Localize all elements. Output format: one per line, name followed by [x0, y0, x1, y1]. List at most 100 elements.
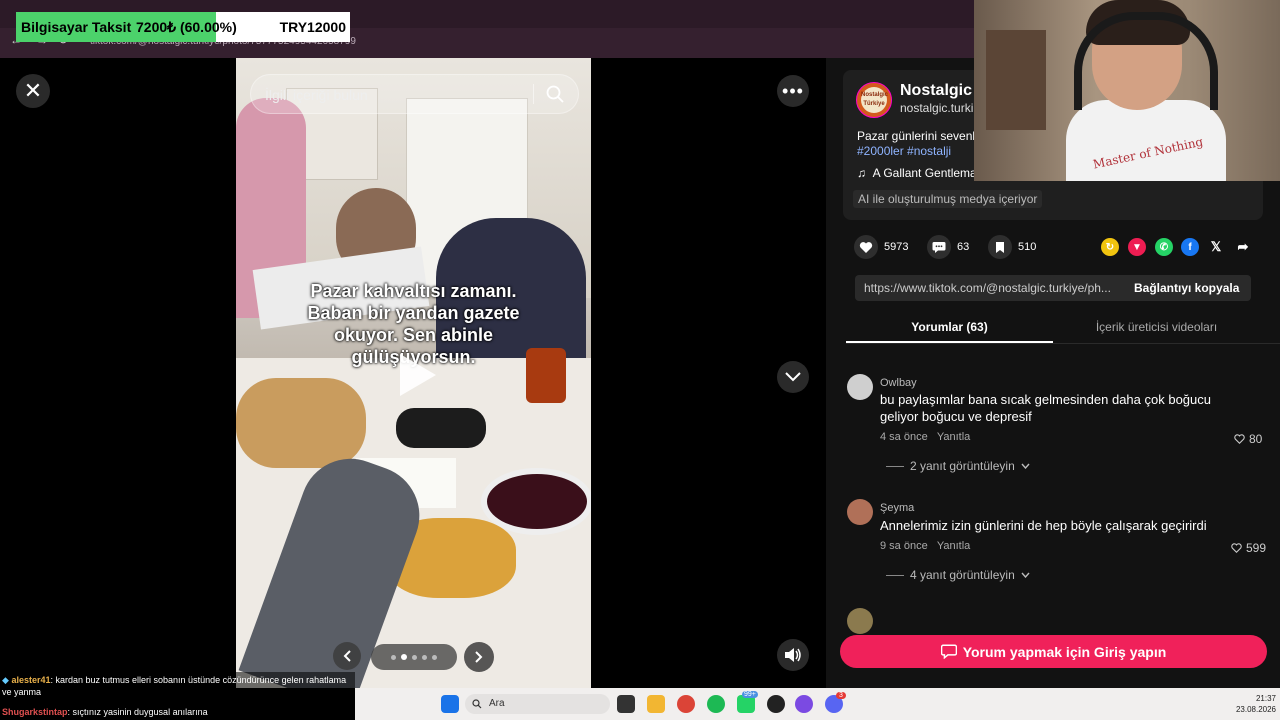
chat-user: alester41	[11, 675, 51, 685]
carousel-dot[interactable]	[412, 654, 417, 660]
avatar[interactable]	[847, 499, 873, 525]
webcam-overlay: Master of Nothing	[974, 0, 1280, 181]
reply-link[interactable]: Yanıtla	[937, 431, 970, 443]
close-icon: ✕	[23, 78, 43, 103]
author-handle[interactable]: nostalgic.turki	[900, 101, 973, 115]
tab-creator-videos[interactable]: İçerik üreticisi videoları	[1053, 311, 1260, 343]
whatsapp-badge: 99+	[742, 691, 758, 698]
view-replies-label: 4 yanıt görüntüleyin	[910, 568, 1015, 582]
comment-text: Annelerimiz izin günlerini de hep böyle …	[880, 518, 1207, 533]
reply-link[interactable]: Yanıtla	[937, 540, 970, 552]
comment-meta: 4 sa önce Yanıtla	[880, 431, 970, 443]
comment-like-count: 599	[1246, 541, 1267, 555]
comment-icon	[940, 644, 957, 659]
post-link[interactable]: https://www.tiktok.com/@nostalgic.turkiy…	[864, 281, 1124, 295]
system-clock[interactable]: 21:37 23.08.2026	[1222, 693, 1276, 715]
installment-label: Bilgisayar Taksit	[21, 19, 132, 35]
file-explorer-icon[interactable]	[647, 695, 665, 713]
share-icon[interactable]: ➦	[1234, 238, 1252, 256]
copy-link-button[interactable]: Bağlantıyı kopyala	[1126, 275, 1247, 301]
related-search-bar	[250, 74, 579, 115]
tab-divider	[846, 343, 1280, 344]
carousel-dot[interactable]	[432, 654, 437, 660]
spotify-icon[interactable]	[707, 695, 725, 713]
comment-button[interactable]: 63	[927, 235, 970, 259]
chat-user: Shugarkstintap	[2, 707, 68, 717]
start-icon[interactable]	[441, 695, 459, 713]
comment-time: 9 sa önce	[880, 540, 928, 552]
chevron-right-icon	[475, 651, 483, 663]
login-to-comment-label: Yorum yapmak için Giriş yapın	[962, 643, 1167, 660]
login-to-comment-button[interactable]: Yorum yapmak için Giriş yapın	[840, 635, 1267, 668]
view-replies-button[interactable]: 2 yanıt görüntüleyin	[886, 459, 1030, 473]
heart-outline-icon	[1231, 543, 1242, 553]
ai-content-label: AI ile oluşturulmuş medya içeriyor	[853, 190, 1043, 208]
installment-target: TRY12000	[279, 19, 346, 35]
close-button[interactable]: ✕	[16, 74, 50, 108]
comment-count: 63	[957, 241, 970, 253]
bookmark-icon	[988, 235, 1012, 259]
carousel-indicator[interactable]	[371, 644, 457, 670]
app-icon[interactable]	[795, 695, 813, 713]
chat-badge-icon: ◆	[2, 675, 9, 685]
whatsapp-icon[interactable]: ✆	[1155, 238, 1173, 256]
stream-chat: ◆ alester41: kardan buz tutmus elleri so…	[0, 672, 355, 720]
chevron-left-icon	[343, 650, 351, 662]
installment-progress-text: 7200₺ (60.00%)	[136, 19, 237, 35]
facebook-icon[interactable]: f	[1181, 238, 1199, 256]
chevron-down-icon	[1021, 572, 1030, 578]
heart-outline-icon	[1234, 434, 1245, 444]
taskbar-search[interactable]: Ara	[465, 694, 610, 714]
clock-time: 21:37	[1255, 694, 1276, 703]
chrome-icon[interactable]	[677, 695, 695, 713]
chat-text: : sıçtınız yasinin duygusal anılarına	[67, 707, 208, 717]
repost-icon[interactable]: ↻	[1101, 238, 1119, 256]
search-icon[interactable]	[545, 84, 565, 104]
play-icon[interactable]	[394, 350, 440, 400]
send-icon[interactable]: ▼	[1128, 238, 1146, 256]
author-avatar[interactable]: Nostalgic Türkiye	[856, 82, 892, 118]
more-options-button[interactable]: •••	[777, 75, 809, 107]
chevron-down-icon	[785, 372, 801, 382]
post-hashtags[interactable]: #2000ler #nostalji	[857, 144, 951, 158]
chevron-down-icon	[1021, 463, 1030, 469]
obs-icon[interactable]	[767, 695, 785, 713]
carousel-dot[interactable]	[401, 654, 407, 660]
carousel-prev-button[interactable]	[333, 642, 361, 670]
heart-icon	[854, 235, 878, 259]
view-replies-button[interactable]: 4 yanıt görüntüleyin	[886, 568, 1030, 582]
avatar[interactable]	[847, 608, 873, 634]
chat-message: Shugarkstintap: sıçtınız yasinin duygusa…	[2, 706, 352, 718]
comment-meta: 9 sa önce Yanıtla	[880, 540, 970, 552]
volume-button[interactable]	[777, 639, 809, 671]
comment-time: 4 sa önce	[880, 431, 928, 443]
save-count: 510	[1018, 241, 1037, 253]
tab-comments[interactable]: Yorumlar (63)	[846, 311, 1053, 343]
post-music[interactable]: ♫ A Gallant Gentlema	[857, 166, 977, 180]
comment-user[interactable]: Owlbay	[880, 377, 917, 389]
comment-like-button[interactable]: 80	[1234, 432, 1262, 446]
task-view-icon[interactable]	[617, 695, 635, 713]
music-note-icon: ♫	[857, 166, 866, 180]
next-post-button[interactable]	[777, 361, 809, 393]
like-count: 5973	[884, 241, 909, 253]
x-icon[interactable]: 𝕏	[1207, 238, 1225, 256]
taskbar-search-placeholder: Ara	[489, 698, 505, 709]
save-button[interactable]: 510	[988, 235, 1037, 259]
comment-like-count: 80	[1249, 432, 1263, 446]
more-icon: •••	[782, 80, 804, 101]
carousel-next-button[interactable]	[464, 642, 494, 672]
carousel-dot[interactable]	[422, 654, 427, 660]
like-button[interactable]: 5973	[854, 235, 909, 259]
search-divider	[533, 84, 534, 104]
related-search-input[interactable]	[263, 75, 527, 115]
comment-like-button[interactable]: 599	[1231, 541, 1266, 555]
avatar[interactable]	[847, 374, 873, 400]
chat-text: : kardan buz tutmus elleri sobanın üstün…	[2, 675, 347, 697]
carousel-dot[interactable]	[391, 654, 396, 660]
music-title: A Gallant Gentlema	[872, 166, 977, 180]
comment-user[interactable]: Şeyma	[880, 502, 914, 514]
view-replies-label: 2 yanıt görüntüleyin	[910, 459, 1015, 473]
clock-date: 23.08.2026	[1235, 705, 1276, 714]
comment-text: bu paylaşımlar bana sıcak gelmesinden da…	[880, 392, 1211, 424]
